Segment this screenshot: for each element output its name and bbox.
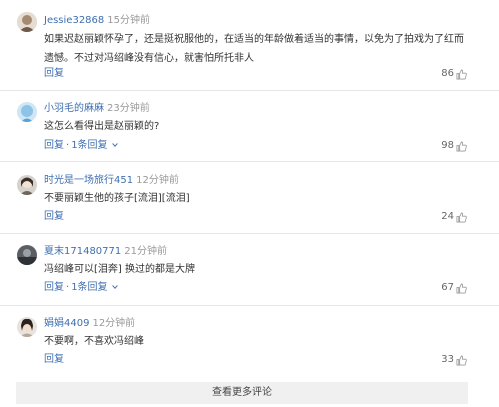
avatar[interactable] <box>17 175 37 195</box>
thumbs-up-icon <box>456 212 467 222</box>
comment-actions: 回复 · 1条回复 <box>44 139 119 153</box>
like-button[interactable]: 33 <box>441 353 467 367</box>
comment-text: 冯绍峰可以[泪奔] 换过的都是大牌 <box>44 264 195 275</box>
comment-time: 12分钟前 <box>136 175 179 186</box>
username-link[interactable]: 时光是一场旅行451 <box>44 175 133 186</box>
thumbs-up-icon <box>456 355 467 365</box>
comment-meta: 夏末171480771 21分钟前 <box>44 245 167 259</box>
username-link[interactable]: 小羽毛的麻麻 <box>44 103 104 114</box>
avatar-image-icon <box>17 102 37 122</box>
comment-meta: 小羽毛的麻麻 23分钟前 <box>44 102 150 116</box>
separator-dot: · <box>66 140 70 151</box>
comment-actions: 回复 <box>44 353 64 367</box>
comment-item: 小羽毛的麻麻 23分钟前 这怎么看得出是赵丽颖的? 回复 · 1条回复 98 <box>0 91 499 162</box>
avatar-image-icon <box>17 317 37 337</box>
comment-actions: 回复 · 1条回复 <box>44 281 119 295</box>
comment-text: 不要啊，不喜欢冯绍峰 <box>44 336 144 347</box>
reply-button[interactable]: 回复 <box>44 140 64 151</box>
comment-item: 时光是一场旅行451 12分钟前 不要丽颖生他的孩子[流泪][流泪] 回复 24 <box>0 162 499 234</box>
thumbs-up-icon <box>456 283 467 293</box>
like-count: 33 <box>441 354 454 365</box>
avatar[interactable] <box>17 317 37 337</box>
comment-text: 这怎么看得出是赵丽颖的? <box>44 121 160 132</box>
thumbs-up-icon <box>456 69 467 79</box>
username-link[interactable]: Jessie32868 <box>44 15 104 26</box>
avatar-image-icon <box>17 175 37 195</box>
reply-count-link[interactable]: 1条回复 <box>71 140 107 151</box>
username-link[interactable]: 娟娟4409 <box>44 318 89 329</box>
like-count: 67 <box>441 282 454 293</box>
comment-meta: Jessie32868 15分钟前 <box>44 14 150 28</box>
comment-actions: 回复 <box>44 210 64 224</box>
like-button[interactable]: 67 <box>441 281 467 295</box>
avatar-image-icon <box>17 245 37 265</box>
like-count: 98 <box>441 140 454 151</box>
reply-button[interactable]: 回复 <box>44 282 64 293</box>
avatar[interactable] <box>17 12 37 32</box>
thumbs-up-icon <box>456 141 467 151</box>
comment-meta: 娟娟4409 12分钟前 <box>44 317 135 331</box>
like-count: 86 <box>441 68 454 79</box>
comment-text: 如果迟赵丽颖怀孕了，还是挺祝服他的，在适当的年龄做着适当的事情，以免为了拍戏为了… <box>44 34 464 64</box>
reply-button[interactable]: 回复 <box>44 211 64 222</box>
username-link[interactable]: 夏末171480771 <box>44 246 121 257</box>
like-count: 24 <box>441 211 454 222</box>
comment-item: Jessie32868 15分钟前 如果迟赵丽颖怀孕了，还是挺祝服他的，在适当的年… <box>0 0 499 91</box>
comment-item: 夏末171480771 21分钟前 冯绍峰可以[泪奔] 换过的都是大牌 回复 · 1条… <box>0 234 499 306</box>
load-more-comments-button[interactable]: 查看更多评论 <box>16 382 468 404</box>
reply-button[interactable]: 回复 <box>44 68 64 79</box>
comment-time: 23分钟前 <box>107 103 150 114</box>
reply-count-link[interactable]: 1条回复 <box>71 282 107 293</box>
chevron-down-icon <box>111 285 118 289</box>
avatar[interactable] <box>17 245 37 265</box>
comment-text: 不要丽颖生他的孩子[流泪][流泪] <box>44 193 190 204</box>
comment-item: 娟娟4409 12分钟前 不要啊，不喜欢冯绍峰 回复 33 <box>0 306 499 378</box>
like-button[interactable]: 24 <box>441 210 467 224</box>
separator-dot: · <box>66 282 70 293</box>
avatar-image-icon <box>17 12 37 32</box>
comment-actions: 回复 <box>44 67 64 81</box>
reply-button[interactable]: 回复 <box>44 354 64 365</box>
avatar[interactable] <box>17 102 37 122</box>
comment-time: 15分钟前 <box>107 15 150 26</box>
like-button[interactable]: 86 <box>441 67 467 81</box>
chevron-down-icon <box>111 143 118 147</box>
comment-meta: 时光是一场旅行451 12分钟前 <box>44 174 179 188</box>
like-button[interactable]: 98 <box>441 139 467 153</box>
comment-time: 21分钟前 <box>124 246 167 257</box>
comment-time: 12分钟前 <box>92 318 136 329</box>
